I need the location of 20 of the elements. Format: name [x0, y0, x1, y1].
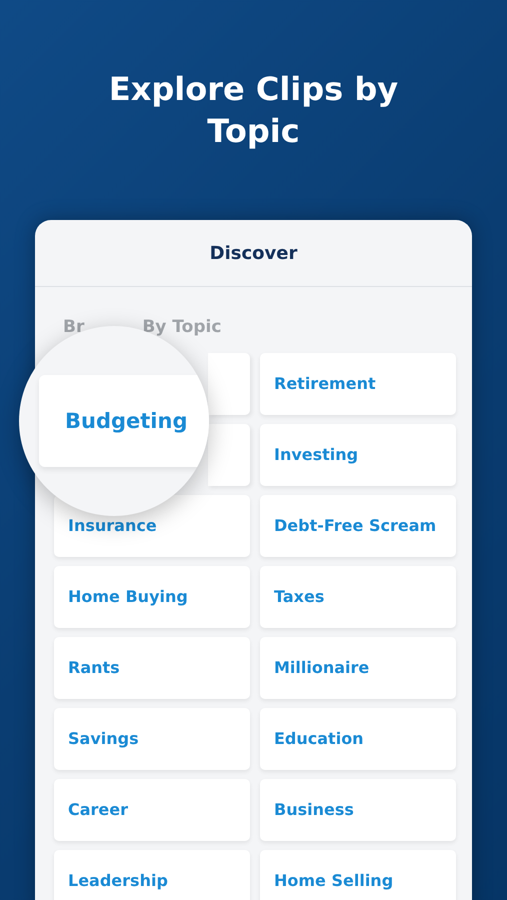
- topic-tile[interactable]: Millionaire: [260, 637, 456, 699]
- topic-tile[interactable]: Savings: [54, 708, 250, 770]
- tile-edge: [208, 424, 250, 486]
- topic-tile[interactable]: Investing: [260, 424, 456, 486]
- topic-tile[interactable]: Retirement: [260, 353, 456, 415]
- topic-tile[interactable]: Leadership: [54, 850, 250, 900]
- topic-tile[interactable]: Taxes: [260, 566, 456, 628]
- section-heading: By Topic: [142, 317, 222, 339]
- section-heading: Br: [63, 317, 84, 339]
- topic-tile[interactable]: Budgeting: [39, 375, 209, 467]
- screen-title: Discover: [210, 242, 298, 264]
- headline: Explore Clips by Topic: [108, 69, 400, 152]
- topic-tile[interactable]: Career: [54, 779, 250, 841]
- topic-tile[interactable]: Education: [260, 708, 456, 770]
- topic-tile[interactable]: Business: [260, 779, 456, 841]
- topic-tile[interactable]: Debt-Free Scream: [260, 495, 456, 557]
- topic-tile[interactable]: Home Selling: [260, 850, 456, 900]
- topic-tile[interactable]: Home Buying: [54, 566, 250, 628]
- tile-edge: [208, 353, 250, 415]
- topic-tile[interactable]: Rants: [54, 637, 250, 699]
